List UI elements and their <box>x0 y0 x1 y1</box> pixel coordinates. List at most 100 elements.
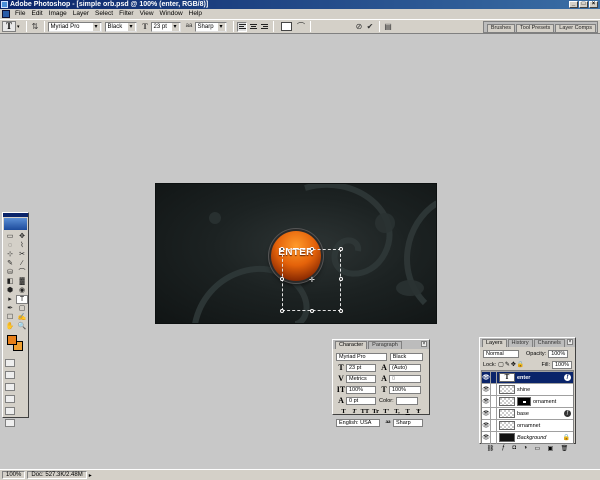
text-bounding-box[interactable]: ✛ <box>280 247 343 313</box>
tool-button[interactable]: ∕ <box>16 259 28 268</box>
transform-handle[interactable] <box>339 277 343 281</box>
tab-paragraph[interactable]: Paragraph <box>368 341 402 349</box>
layer-style-icon[interactable]: ƒ <box>564 374 571 381</box>
full-screen-menu-button[interactable] <box>5 395 15 403</box>
tool-button[interactable]: ◉ <box>16 286 28 295</box>
layer-link-cell[interactable] <box>491 419 497 432</box>
tool-button[interactable]: ▓ <box>16 277 28 286</box>
character-font-style[interactable]: Black <box>389 352 423 361</box>
maximize-button[interactable]: □ <box>579 1 588 8</box>
palette-well-tool-presets[interactable]: Tool Presets <box>516 24 555 32</box>
tool-button[interactable]: ✂ <box>16 250 28 259</box>
eye-icon[interactable]: 👁 <box>482 431 491 444</box>
tool-button[interactable]: ✎ <box>4 259 16 268</box>
eye-icon[interactable]: 👁 <box>482 383 491 396</box>
toolbox-title-bar[interactable] <box>3 213 28 217</box>
menu-file[interactable]: File <box>12 9 28 19</box>
layer-row[interactable]: 👁 base ƒ <box>482 407 573 420</box>
layer-link-cell[interactable] <box>491 383 497 396</box>
transform-handle[interactable] <box>339 309 343 313</box>
palette-well-layer-comps[interactable]: Layer Comps <box>555 24 596 32</box>
character-font-size[interactable]: 23 pt <box>346 363 376 372</box>
tool-button[interactable]: ⛁ <box>4 268 16 277</box>
reference-point-icon[interactable]: ✛ <box>309 276 315 284</box>
blend-mode-select[interactable]: Normal <box>483 349 519 358</box>
text-orientation-icon[interactable]: ⇅ <box>30 21 41 32</box>
tool-button[interactable]: ⬢ <box>4 286 16 295</box>
transform-handle[interactable] <box>339 247 343 251</box>
add-mask-icon[interactable]: ◘ <box>512 445 516 451</box>
transform-handle[interactable] <box>310 309 314 313</box>
tool-preset-picker[interactable]: T <box>2 21 16 32</box>
tool-button[interactable]: ⌒ <box>16 268 28 277</box>
chevron-down-icon[interactable]: ▾ <box>17 24 20 30</box>
new-group-icon[interactable]: ▭ <box>534 445 540 452</box>
transform-handle[interactable] <box>310 247 314 251</box>
layer-style-icon[interactable]: ƒ <box>564 410 571 417</box>
anti-alias-select[interactable]: Sharp <box>194 21 227 32</box>
align-center-button[interactable] <box>248 22 258 32</box>
lock-icons[interactable]: ▢✎✥🔒 <box>498 361 525 368</box>
faux-bold-button[interactable]: T <box>339 408 348 415</box>
tab-character[interactable]: Character <box>335 341 368 349</box>
eye-icon[interactable]: 👁 <box>482 407 491 420</box>
zoom-level[interactable]: 100% <box>2 471 26 479</box>
character-kerning[interactable]: Metrics <box>346 374 376 383</box>
layer-link-cell[interactable] <box>491 395 497 408</box>
eye-icon[interactable]: 👁 <box>482 395 491 408</box>
warp-text-icon[interactable]: ⌒ <box>296 21 307 32</box>
character-vertical-scale[interactable]: 100% <box>346 385 376 394</box>
character-anti-alias[interactable]: Sharp <box>393 418 423 427</box>
eye-icon[interactable]: 👁 <box>482 419 491 432</box>
font-style-select[interactable]: Black <box>104 21 137 32</box>
quick-mask-button[interactable] <box>5 371 15 379</box>
tool-button[interactable]: ✒ <box>4 304 16 313</box>
tool-button[interactable]: ▸ <box>4 295 16 304</box>
character-language[interactable]: English: USA <box>336 418 380 427</box>
text-color-swatch[interactable] <box>280 22 292 31</box>
character-horizontal-scale[interactable]: 100% <box>389 385 421 394</box>
subscript-button[interactable]: T, <box>393 408 402 415</box>
character-tracking[interactable]: 0 <box>389 374 421 383</box>
tool-button[interactable]: ✋ <box>4 322 16 331</box>
menu-help[interactable]: Help <box>186 9 205 19</box>
adjustment-layer-icon[interactable]: ◑ <box>523 445 527 451</box>
character-baseline-shift[interactable]: 0 pt <box>346 396 376 405</box>
eye-icon[interactable]: 👁 <box>482 371 491 384</box>
close-button[interactable]: × <box>589 1 598 8</box>
strikethrough-button[interactable]: Ŧ <box>414 408 423 415</box>
layer-row[interactable]: 👁 shine <box>482 383 573 396</box>
character-font-family[interactable]: Myriad Pro <box>336 352 387 361</box>
tool-button[interactable]: ◧ <box>4 277 16 286</box>
align-right-button[interactable] <box>259 22 269 32</box>
tool-button[interactable]: ✍ <box>16 313 28 322</box>
faux-italic-button[interactable]: T <box>350 408 359 415</box>
layer-mask-thumbnail[interactable] <box>517 397 531 406</box>
character-color-swatch[interactable] <box>395 396 418 405</box>
status-menu-icon[interactable]: ▸ <box>89 472 92 479</box>
layer-row[interactable]: 👁 ornamnet <box>482 419 573 432</box>
all-caps-button[interactable]: TT <box>360 408 370 415</box>
font-family-select[interactable]: Myriad Pro <box>47 21 102 32</box>
layer-link-cell[interactable] <box>491 371 497 384</box>
tool-button[interactable]: ☐ <box>4 313 16 322</box>
tool-button[interactable]: 🔍 <box>16 322 28 331</box>
layer-row[interactable]: 👁 T enter ƒ <box>482 371 573 384</box>
layer-row[interactable]: 👁 ornament <box>482 395 573 408</box>
tool-button[interactable]: ⌇ <box>16 241 28 250</box>
fill-input[interactable]: 100% <box>552 360 572 369</box>
trash-icon[interactable]: 🗑 <box>561 445 569 452</box>
cancel-edits-icon[interactable]: ⊘ <box>354 21 365 32</box>
menu-edit[interactable]: Edit <box>28 9 45 19</box>
underline-button[interactable]: T <box>403 408 412 415</box>
tool-button[interactable]: ▭ <box>4 232 16 241</box>
close-icon[interactable]: × <box>567 339 573 345</box>
new-layer-icon[interactable]: ▣ <box>548 445 554 452</box>
menu-view[interactable]: View <box>137 9 157 19</box>
opacity-input[interactable]: 100% <box>548 349 569 358</box>
standard-screen-button[interactable] <box>5 383 15 391</box>
menu-select[interactable]: Select <box>92 9 116 19</box>
standard-mode-button[interactable] <box>5 359 15 367</box>
tab-history[interactable]: History <box>507 339 533 347</box>
menu-image[interactable]: Image <box>46 9 70 19</box>
